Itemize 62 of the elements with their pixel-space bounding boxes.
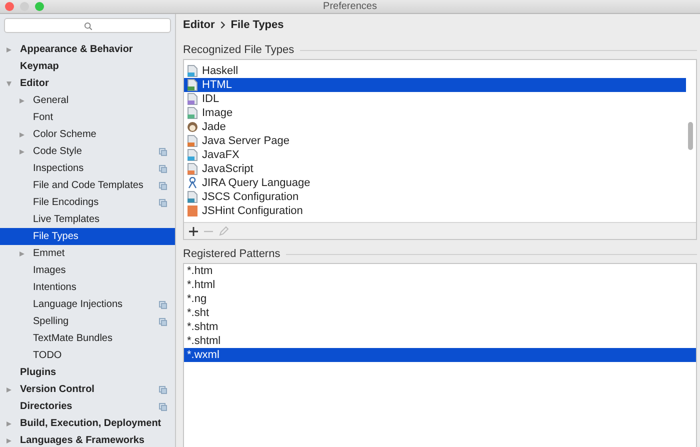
- list-item[interactable]: *.shtml: [184, 334, 696, 348]
- collapsed-arrow-icon[interactable]: [6, 420, 12, 426]
- list-item[interactable]: IDL: [184, 92, 686, 106]
- sidebar-item[interactable]: Spelling: [0, 313, 175, 330]
- sidebar-item[interactable]: Appearance & Behavior: [0, 41, 175, 58]
- search-field[interactable]: [4, 18, 171, 33]
- list-item[interactable]: *.wxml: [184, 348, 696, 362]
- collapsed-arrow-icon[interactable]: [19, 250, 25, 256]
- sidebar-item[interactable]: File Encodings: [0, 194, 175, 211]
- sidebar-item[interactable]: Build, Execution, Deployment: [0, 415, 175, 432]
- list-item[interactable]: *.sht: [184, 306, 696, 320]
- sidebar-item[interactable]: Editor: [0, 75, 175, 92]
- sidebar-item[interactable]: Images: [0, 262, 175, 279]
- sidebar-item[interactable]: Color Scheme: [0, 126, 175, 143]
- sidebar-item[interactable]: Live Templates: [0, 211, 175, 228]
- sidebar-item[interactable]: File Types: [0, 228, 175, 245]
- chevron-icon: [220, 21, 226, 29]
- list-item[interactable]: Jade: [184, 120, 686, 134]
- list-item[interactable]: JavaFX: [184, 148, 686, 162]
- collapsed-arrow-icon[interactable]: [6, 438, 12, 444]
- sidebar-item[interactable]: Version Control: [0, 381, 175, 398]
- sidebar-item[interactable]: Emmet: [0, 245, 175, 262]
- list-item[interactable]: Java Server Page: [184, 134, 686, 148]
- collapsed-arrow-icon[interactable]: [19, 98, 25, 104]
- sidebar-item[interactable]: Keymap: [0, 58, 175, 75]
- sidebar-item[interactable]: Directories: [0, 398, 175, 415]
- add-icon: [188, 226, 199, 236]
- list-item[interactable]: HTML: [184, 78, 686, 92]
- sidebar-item[interactable]: Plugins: [0, 364, 175, 381]
- breadcrumb-item[interactable]: File Types: [230, 19, 284, 31]
- sidebar-item[interactable]: Inspections: [0, 160, 175, 177]
- collapsed-arrow-icon[interactable]: [6, 46, 12, 52]
- expanded-arrow-icon[interactable]: [6, 80, 12, 86]
- list-item[interactable]: JSHint Configuration: [184, 204, 686, 218]
- list-item[interactable]: Haskell: [184, 64, 686, 78]
- list-item[interactable]: JavaScript: [184, 162, 686, 176]
- sidebar-item[interactable]: TextMate Bundles: [0, 330, 175, 347]
- collapsed-arrow-icon[interactable]: [19, 132, 25, 138]
- sidebar-item[interactable]: Intentions: [0, 279, 175, 296]
- sidebar-item[interactable]: General: [0, 92, 175, 109]
- sidebar-item[interactable]: Language Injections: [0, 296, 175, 313]
- section-title: Recognized File Types: [183, 44, 294, 56]
- search-icon: [84, 22, 92, 30]
- list-item[interactable]: Image: [184, 106, 686, 120]
- sidebar-item[interactable]: Code Style: [0, 143, 175, 160]
- list-item[interactable]: JSCS Configuration: [184, 190, 686, 204]
- collapsed-arrow-icon[interactable]: [19, 148, 25, 154]
- pencil-icon: [218, 226, 229, 236]
- collapsed-arrow-icon[interactable]: [6, 386, 12, 392]
- sidebar-item[interactable]: Languages & Frameworks: [0, 432, 175, 447]
- sidebar-item[interactable]: Font: [0, 109, 175, 126]
- window-title: Preferences: [323, 1, 377, 12]
- sidebar-item[interactable]: TODO: [0, 347, 175, 364]
- list-item[interactable]: JIRA Query Language: [184, 176, 686, 190]
- list-item[interactable]: *.htm: [184, 264, 696, 278]
- scrollbar-thumb[interactable]: [688, 122, 693, 150]
- sidebar-item[interactable]: File and Code Templates: [0, 177, 175, 194]
- section-title: Registered Patterns: [183, 248, 280, 260]
- breadcrumb-item[interactable]: Editor: [183, 19, 215, 31]
- list-item[interactable]: *.html: [184, 278, 696, 292]
- list-item[interactable]: *.ng: [184, 292, 696, 306]
- list-item[interactable]: *.shtm: [184, 320, 696, 334]
